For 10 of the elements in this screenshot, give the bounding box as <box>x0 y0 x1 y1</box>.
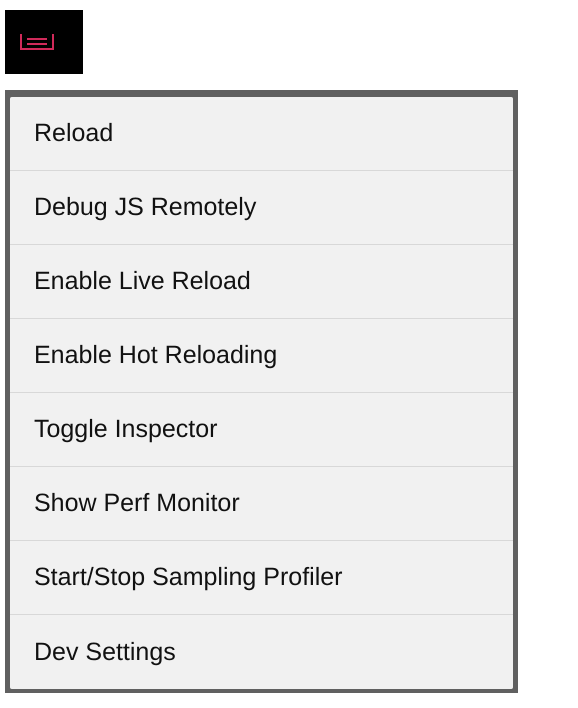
menu-item[interactable]: Enable Live Reload <box>34 267 251 296</box>
menu-item[interactable]: Debug JS Remotely <box>34 193 256 222</box>
menu-item[interactable]: Dev Settings <box>34 638 176 666</box>
app-tile[interactable] <box>5 10 83 74</box>
menu-item[interactable]: Show Perf Monitor <box>34 489 240 518</box>
menu-item[interactable]: Start/Stop Sampling Profiler <box>34 563 342 592</box>
menu-item[interactable]: Reload <box>34 119 114 148</box>
menu-item[interactable]: Enable Hot Reloading <box>34 341 278 370</box>
menu-item[interactable]: Toggle Inspector <box>34 415 218 444</box>
tray-icon <box>20 33 54 51</box>
